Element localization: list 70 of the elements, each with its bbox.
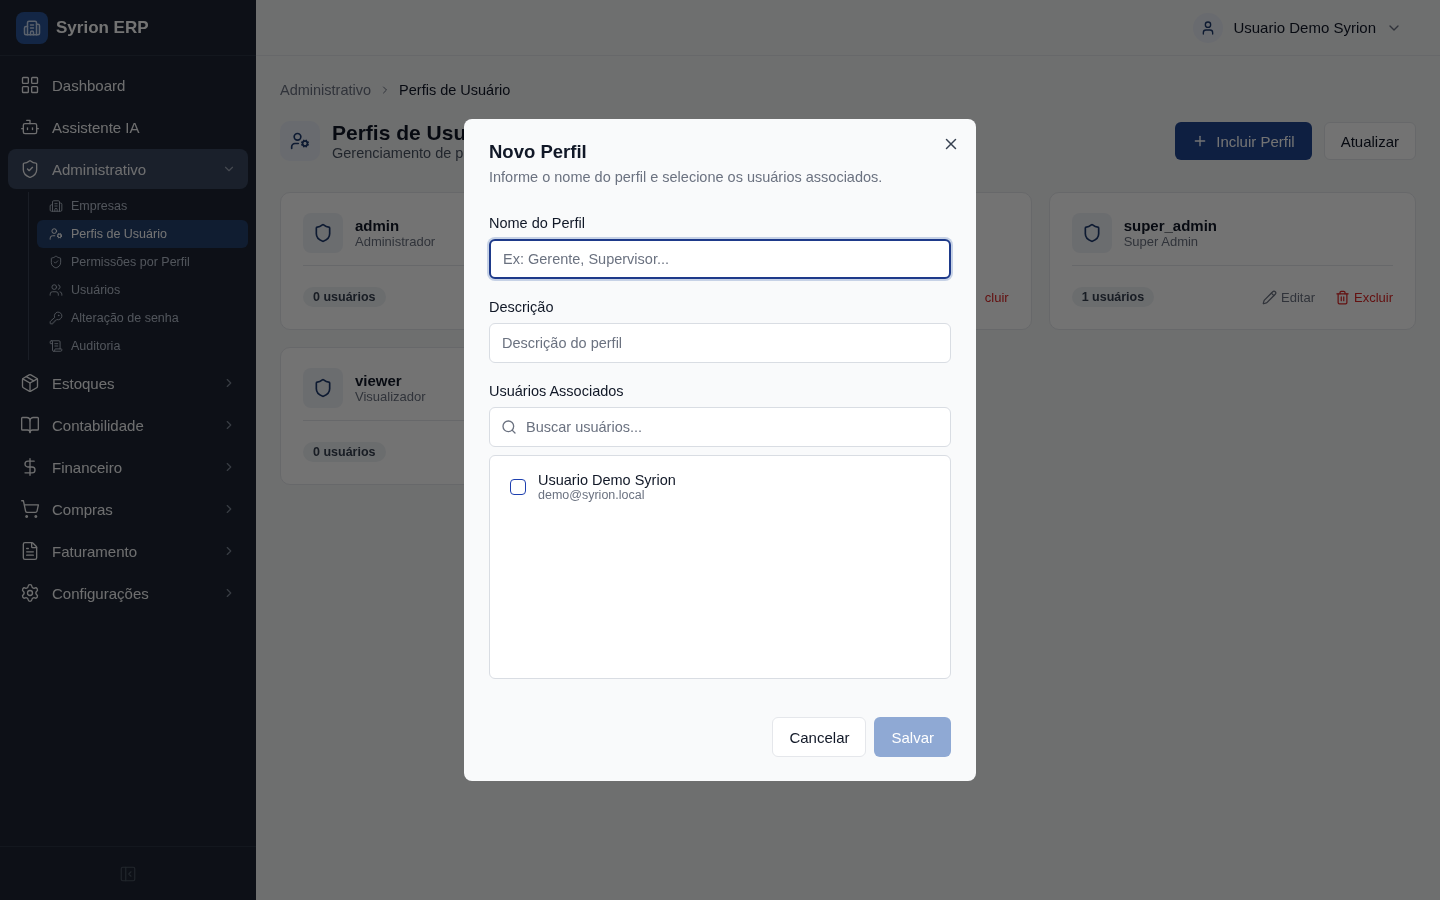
profile-description: Visualizador <box>355 389 426 404</box>
nav-subitem[interactable]: Auditoria <box>37 332 248 360</box>
nav-item[interactable]: Faturamento <box>8 531 248 571</box>
user-option[interactable]: Usuario Demo Syrion demo@syrion.local <box>498 466 942 508</box>
delete-link[interactable]: cluir <box>984 289 1009 305</box>
building-icon <box>49 199 63 213</box>
cart-icon <box>20 499 40 519</box>
dialog-description: Informe o nome do perfil e selecione os usuários associados. <box>489 169 884 185</box>
user-gear-icon <box>49 227 63 241</box>
cancel-button[interactable]: Cancelar <box>772 717 867 757</box>
key-icon <box>49 311 63 325</box>
profile-name: viewer <box>355 372 403 389</box>
user-avatar-icon <box>1193 12 1224 43</box>
search-field[interactable]: Buscar usuários... <box>489 407 951 447</box>
user-email: demo@syrion.local <box>538 488 646 502</box>
shield-icon <box>303 213 343 253</box>
page-title: Perfis de Usu <box>332 121 467 145</box>
dialog-title: Novo Perfil <box>489 141 588 163</box>
settings-icon <box>20 583 40 603</box>
book-icon <box>20 415 40 435</box>
logo-icon <box>16 11 48 44</box>
shield-icon <box>49 255 63 269</box>
grid-icon <box>20 75 40 95</box>
field-label: Nome do Perfil <box>489 215 586 231</box>
nav-subitem[interactable]: Empresas <box>37 192 248 220</box>
nav-item[interactable]: Contabilidade <box>8 405 248 445</box>
user-count: 0 usuários <box>303 287 386 307</box>
refresh-button[interactable]: Atualizar <box>1323 122 1416 160</box>
user-count: 0 usuários <box>303 442 386 462</box>
nav-subitem[interactable]: Perfis de Usuário <box>37 220 248 248</box>
user-gear-icon <box>280 121 320 161</box>
field-label: Usuários Associados <box>489 383 625 399</box>
page-subtitle: Gerenciamento de p <box>332 145 464 161</box>
nav-subitem[interactable]: Permissões por Perfil <box>37 248 248 276</box>
robot-icon <box>20 117 40 137</box>
profile-name: admin <box>355 217 401 234</box>
nav-subitem[interactable]: Alteração de senha <box>37 304 248 332</box>
nav-item[interactable]: Dashboard <box>8 65 248 105</box>
users-icon <box>49 283 63 297</box>
user-menu[interactable]: Usuario Demo Syrion <box>1189 8 1416 47</box>
nav-item[interactable]: Compras <box>8 489 248 529</box>
add-button[interactable]: Incluir Perfil <box>1175 122 1312 160</box>
shield-icon <box>303 368 343 408</box>
profile-description: Super Admin <box>1123 234 1200 249</box>
user-name: Usuario Demo Syrion <box>538 472 676 488</box>
profile-name: super_admin <box>1123 217 1218 234</box>
field-label: Descrição <box>489 299 555 315</box>
profile-description: Administrador <box>355 234 436 249</box>
nav-item[interactable]: Financeiro <box>8 447 248 487</box>
pencil-icon <box>1262 289 1277 305</box>
nav-item[interactable]: Configurações <box>8 573 248 613</box>
scroll-icon <box>49 339 63 353</box>
document-icon <box>20 541 40 561</box>
search-icon <box>501 419 517 435</box>
nav-item[interactable]: Estoques <box>8 363 248 403</box>
breadcrumb-link[interactable]: Administrativo <box>280 82 372 98</box>
shield-icon <box>1071 213 1112 253</box>
nav-subitem[interactable]: Usuários <box>37 276 248 304</box>
breadcrumb-current: Perfis de Usuário <box>399 82 511 98</box>
edit-link[interactable]: Editar <box>1262 289 1315 305</box>
nav-item[interactable]: Administrativo <box>8 149 248 189</box>
delete-link[interactable]: Excluir <box>1335 289 1393 305</box>
app-name: Syrion ERP <box>56 17 149 38</box>
checkbox[interactable] <box>510 479 526 495</box>
user-count: 1 usuários <box>1071 287 1155 307</box>
trash-icon <box>1335 289 1350 305</box>
shield-icon <box>20 159 40 179</box>
box-icon <box>20 373 40 393</box>
input-field[interactable]: Ex: Gerente, Supervisor... <box>489 239 951 279</box>
nav-item[interactable]: Assistente IA <box>8 107 248 147</box>
